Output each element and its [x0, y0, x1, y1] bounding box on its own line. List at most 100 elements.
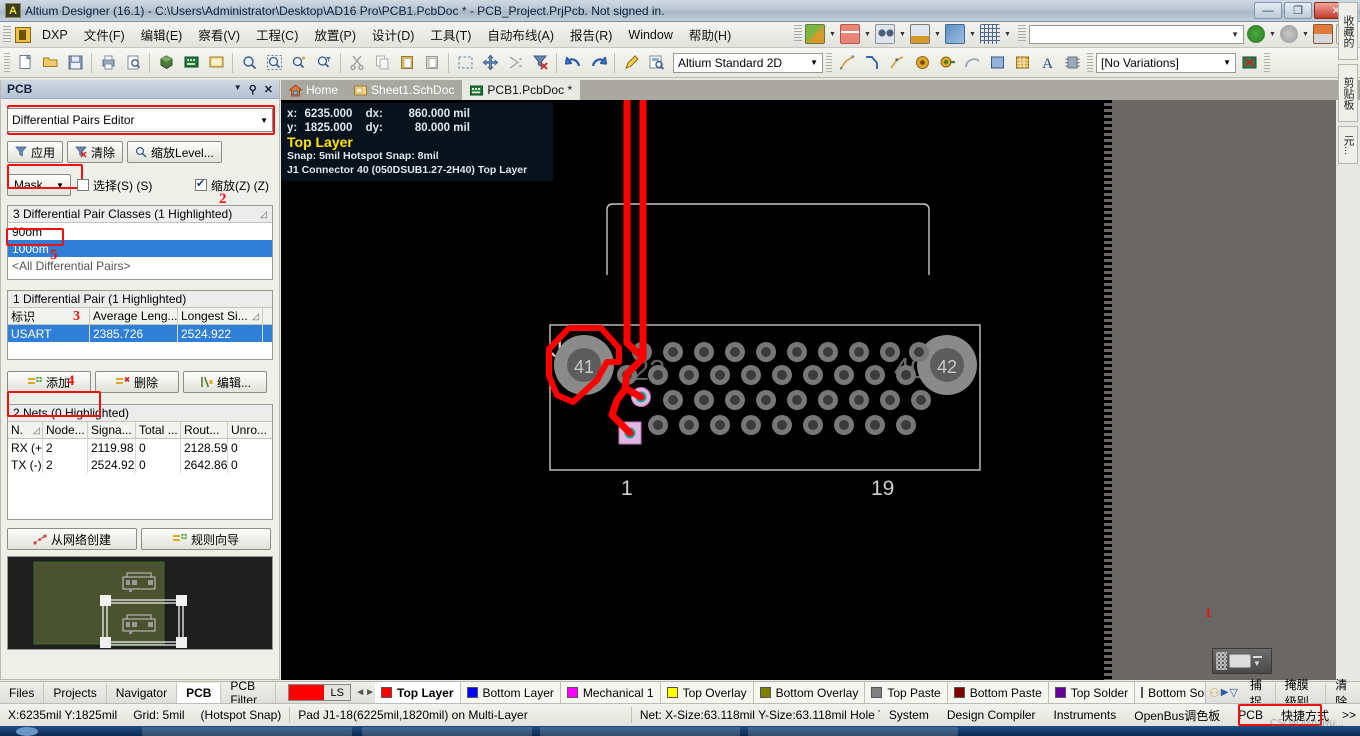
panel-dropdown-icon[interactable]: ▼: [234, 83, 242, 96]
dimension-chevron-down-icon[interactable]: ▼: [933, 24, 942, 44]
bottom-tab-navigator[interactable]: Navigator: [107, 682, 178, 703]
layer-tab-bottom-layer[interactable]: Bottom Layer: [460, 682, 561, 703]
taskbar-item[interactable]: [362, 727, 532, 736]
menu-item-reports[interactable]: 报告(R): [562, 21, 620, 48]
panel-pin-icon[interactable]: ⚲: [249, 83, 257, 96]
find-similar-icon[interactable]: [875, 24, 895, 44]
place-component-icon[interactable]: [1060, 51, 1084, 75]
bottom-tab-pcb-filter[interactable]: PCB Filter: [221, 679, 277, 707]
tab-pcb1-pcbdoc[interactable]: PCB1.PcbDoc *: [462, 80, 581, 100]
select-checkbox-box[interactable]: [77, 179, 89, 191]
home-icon[interactable]: [1313, 24, 1333, 44]
select-area-icon[interactable]: [453, 51, 477, 75]
create-from-nets-button[interactable]: 从网络创建: [7, 528, 137, 550]
layer-tab-bottom-paste[interactable]: Bottom Paste: [947, 682, 1049, 703]
taskbar-item[interactable]: [142, 727, 352, 736]
layer-tab-top-overlay[interactable]: Top Overlay: [660, 682, 754, 703]
taskbar-item[interactable]: [540, 727, 740, 736]
forward-chevron-down-icon[interactable]: ▼: [1301, 24, 1310, 44]
zoom-selected-icon[interactable]: [287, 51, 311, 75]
panel-close-icon[interactable]: ✕: [264, 83, 273, 96]
place-fill-icon[interactable]: [985, 51, 1009, 75]
zoom-filtered-icon[interactable]: [312, 51, 336, 75]
find-chevron-down-icon[interactable]: ▼: [898, 24, 907, 44]
nets-col-total[interactable]: Total ...: [136, 422, 181, 438]
view-configuration-select[interactable]: Altium Standard 2D ▼: [673, 52, 823, 73]
layers-chevron-down-icon[interactable]: ▼: [968, 24, 977, 44]
new-document-icon[interactable]: [13, 51, 37, 75]
pairs-col-longest-signal[interactable]: Longest Si... ◿: [178, 308, 263, 324]
nets-col-signal-length[interactable]: Signa...: [88, 422, 136, 438]
pcb-preview[interactable]: [7, 556, 273, 650]
layer-tab-bottom-overlay[interactable]: Bottom Overlay: [753, 682, 866, 703]
print-preview-icon[interactable]: [121, 51, 145, 75]
ime-toolbar[interactable]: ▼: [1212, 648, 1272, 674]
menubar-right-grip[interactable]: [794, 25, 802, 43]
menu-item-help[interactable]: 帮助(H): [681, 21, 739, 48]
save-icon[interactable]: [63, 51, 87, 75]
clear-filter-icon[interactable]: [528, 51, 552, 75]
open-pcb-icon[interactable]: [179, 51, 203, 75]
menu-item-tools[interactable]: 工具(T): [422, 21, 479, 48]
list-item[interactable]: <All Differential Pairs>: [8, 257, 272, 274]
place-polygon-icon[interactable]: [1010, 51, 1034, 75]
nets-col-routed[interactable]: Rout...: [181, 422, 228, 438]
tab-home[interactable]: Home: [281, 80, 346, 100]
menu-grip[interactable]: [3, 25, 11, 44]
menubar-combo-grip[interactable]: [1018, 25, 1026, 43]
pairs-col-average-length[interactable]: Average Leng...: [90, 308, 178, 324]
rules-chevron-down-icon[interactable]: ▼: [828, 24, 837, 44]
table-row[interactable]: USART 2385.726 2524.922: [8, 325, 272, 342]
back-chevron-down-icon[interactable]: ▼: [1268, 24, 1277, 44]
select-checkbox[interactable]: 选择(S) (S): [77, 177, 152, 194]
move-icon[interactable]: [478, 51, 502, 75]
layer-tab-top-paste[interactable]: Top Paste: [865, 682, 948, 703]
keyboard-icon[interactable]: [1229, 654, 1251, 668]
ime-minimize-icon[interactable]: [1253, 655, 1262, 658]
search-combo[interactable]: ▼: [1029, 24, 1244, 44]
variations-grip[interactable]: [1087, 52, 1093, 73]
grid-icon[interactable]: [980, 24, 1000, 44]
add-pair-button[interactable]: 添加: [7, 371, 91, 393]
forward-icon[interactable]: [1280, 25, 1298, 43]
zoom-level-button[interactable]: 缩放Level...: [127, 141, 222, 163]
pcb-canvas[interactable]: J1 22 40 1 19 41 42: [281, 100, 1104, 680]
grid-chevron-down-icon[interactable]: ▼: [1003, 24, 1012, 44]
table-row[interactable]: TX (-) 2 2524.92 0 2642.86 0: [8, 456, 272, 473]
layers-icon[interactable]: [945, 24, 965, 44]
paste-special-icon[interactable]: [420, 51, 444, 75]
cross-probe-icon[interactable]: [619, 51, 643, 75]
edit-pair-button[interactable]: 编辑...: [183, 371, 267, 393]
zoom-checkbox[interactable]: 缩放(Z) (Z): [195, 177, 269, 194]
mask-level-button[interactable]: 掩膜级别: [1276, 678, 1327, 709]
zoom-in-icon[interactable]: [237, 51, 261, 75]
bottom-tab-pcb[interactable]: PCB: [177, 682, 222, 703]
layer-filter-icon[interactable]: ▽: [1229, 686, 1237, 699]
cut-icon[interactable]: [345, 51, 369, 75]
back-icon[interactable]: [1247, 25, 1265, 43]
restore-button[interactable]: ❐: [1284, 2, 1312, 19]
menu-item-view[interactable]: 察看(V): [190, 21, 248, 48]
layer-tab-top-layer[interactable]: Top Layer: [375, 682, 461, 703]
layer-play-icon[interactable]: ▶: [1221, 687, 1229, 698]
place-via-icon[interactable]: [935, 51, 959, 75]
bottom-tab-projects[interactable]: Projects: [44, 682, 107, 703]
vtab-favorites[interactable]: 收藏的: [1338, 2, 1358, 60]
panel-button-instruments[interactable]: Instruments: [1045, 706, 1126, 725]
rule-wizard-button[interactable]: 规则向导: [141, 528, 271, 550]
toolbar-grip[interactable]: [4, 52, 10, 73]
menu-item-file[interactable]: 文件(F): [76, 21, 133, 48]
place-arc-icon[interactable]: [960, 51, 984, 75]
toolbar-end-grip[interactable]: [1264, 52, 1270, 73]
layer-prev-button[interactable]: ◄: [355, 684, 365, 701]
nets-col-name[interactable]: N. ◿: [8, 422, 43, 438]
menu-item-autoroute[interactable]: 自动布线(A): [479, 21, 562, 48]
minimize-button[interactable]: —: [1254, 2, 1282, 19]
align-icon[interactable]: [840, 24, 860, 44]
clear-button[interactable]: 清除: [67, 141, 124, 163]
vtab-components[interactable]: 元...: [1338, 126, 1358, 164]
panel-button-system[interactable]: System: [880, 706, 938, 725]
ime-chevron-down-icon[interactable]: ▼: [1253, 659, 1262, 667]
bottom-tab-files[interactable]: Files: [0, 682, 45, 703]
clear-mask-button[interactable]: 清除: [1326, 678, 1360, 709]
